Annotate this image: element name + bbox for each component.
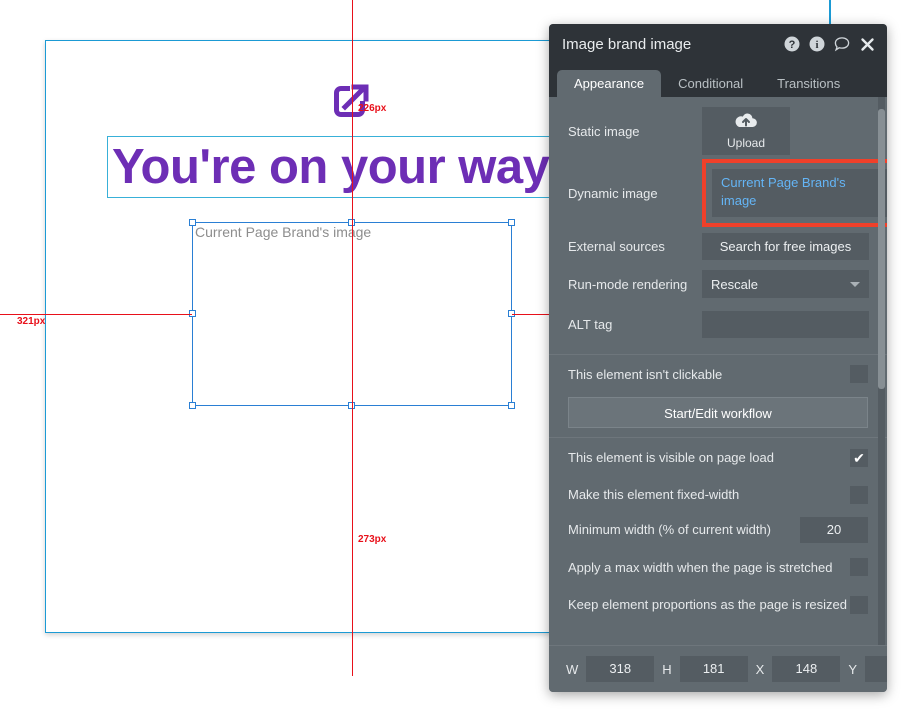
element-property-panel: Image brand image ? i Appearance Conditi… xyxy=(549,24,887,692)
run-mode-rendering-control: Rescale xyxy=(702,270,869,298)
keep-proportions-label: Keep element proportions as the page is … xyxy=(568,597,847,612)
fixed-width-checkbox[interactable] xyxy=(850,485,868,504)
keep-proportions-checkbox[interactable] xyxy=(850,595,868,614)
resize-handle-bottom-right[interactable] xyxy=(508,402,515,409)
bubble-editor-screen: You're on your way t Current Page Brand'… xyxy=(0,0,910,710)
not-clickable-checkbox[interactable] xyxy=(850,365,868,383)
panel-body: Static image Upload Dynamic image Curren… xyxy=(549,97,887,645)
minimum-width-label: Minimum width (% of current width) xyxy=(568,522,771,537)
guide-label-bottom: 273px xyxy=(358,534,387,545)
run-mode-rendering-select[interactable]: Rescale xyxy=(702,270,869,298)
max-width-label: Apply a max width when the page is stret… xyxy=(568,559,833,575)
upload-label: Upload xyxy=(726,136,766,150)
panel-header: Image brand image ? i xyxy=(549,24,887,64)
alt-tag-control xyxy=(702,310,869,338)
x-position-input[interactable]: 148 xyxy=(772,656,841,682)
dynamic-image-expression[interactable]: Current Page Brand's image xyxy=(712,169,887,217)
dynamic-image-label: Dynamic image xyxy=(568,185,658,201)
row-external-sources: External sources Search for free images xyxy=(568,229,869,264)
check-icon: ✔ xyxy=(853,449,865,466)
guide-label-left: 321px xyxy=(17,316,46,327)
panel-scrollbar-thumb[interactable] xyxy=(878,109,885,389)
panel-title: Image brand image xyxy=(562,35,692,53)
chevron-down-icon xyxy=(850,281,860,287)
alt-tag-input[interactable] xyxy=(702,310,869,338)
panel-anchor-tick xyxy=(829,0,831,26)
panel-tabs: Appearance Conditional Transitions xyxy=(549,64,887,97)
search-free-images-button[interactable]: Search for free images xyxy=(702,233,869,260)
resize-handle-top-right[interactable] xyxy=(508,219,515,226)
resize-handle-top-left[interactable] xyxy=(189,219,196,226)
y-position-label: Y xyxy=(848,661,858,677)
not-clickable-label: This element isn't clickable xyxy=(568,366,723,382)
visible-on-load-checkbox[interactable]: ✔ xyxy=(850,448,868,467)
info-icon[interactable]: i xyxy=(809,36,825,52)
upload-button[interactable]: Upload xyxy=(702,107,790,155)
panel-geometry-footer: W 318 H 181 X 148 Y 182 xyxy=(549,645,887,692)
fixed-width-label: Make this element fixed-width xyxy=(568,487,740,502)
guide-line-horizontal-left xyxy=(0,314,192,315)
row-alt-tag: ALT tag xyxy=(568,304,869,344)
image-placeholder-label: Current Page Brand's image xyxy=(195,224,372,240)
svg-text:?: ? xyxy=(789,39,796,51)
max-width-checkbox[interactable] xyxy=(850,558,868,576)
row-max-width: Apply a max width when the page is stret… xyxy=(568,547,868,587)
run-mode-rendering-label: Run-mode rendering xyxy=(568,276,688,292)
width-input[interactable]: 318 xyxy=(586,656,655,682)
external-sources-label: External sources xyxy=(568,239,665,254)
height-input[interactable]: 181 xyxy=(679,656,748,682)
tab-appearance[interactable]: Appearance xyxy=(557,70,662,97)
visible-on-load-label: This element is visible on page load xyxy=(568,450,774,465)
row-run-mode-rendering: Run-mode rendering Rescale xyxy=(568,264,869,304)
run-mode-rendering-value: Rescale xyxy=(711,276,758,292)
alt-tag-label: ALT tag xyxy=(568,316,613,332)
row-fixed-width: Make this element fixed-width xyxy=(568,477,868,512)
start-edit-workflow-button[interactable]: Start/Edit workflow xyxy=(568,397,868,428)
layout-section: This element is visible on page load ✔ M… xyxy=(549,438,887,622)
row-visible-on-load: This element is visible on page load ✔ xyxy=(568,438,868,477)
guide-line-vertical-middle xyxy=(352,222,353,406)
close-icon[interactable] xyxy=(859,36,875,52)
external-link-icon xyxy=(329,79,373,123)
image-source-section: Static image Upload Dynamic image Curren… xyxy=(549,97,887,354)
height-label: H xyxy=(662,661,672,677)
clickability-section: This element isn't clickable Start/Edit … xyxy=(549,355,887,428)
static-image-label: Static image xyxy=(568,123,640,139)
panel-header-icons: ? i xyxy=(784,36,875,52)
row-not-clickable: This element isn't clickable xyxy=(568,355,868,393)
external-sources-control: Search for free images xyxy=(702,233,869,260)
guide-line-vertical-bottom xyxy=(352,406,353,676)
resize-handle-bottom-left[interactable] xyxy=(189,402,196,409)
guide-line-vertical-top xyxy=(352,0,353,222)
comment-icon[interactable] xyxy=(834,36,850,52)
guide-label-top: 226px xyxy=(358,103,387,114)
headline-text: You're on your way t xyxy=(112,140,579,194)
cloud-upload-icon xyxy=(735,112,757,133)
dynamic-image-highlight: Current Page Brand's image xyxy=(702,159,887,227)
guide-line-horizontal-right xyxy=(512,314,552,315)
minimum-width-input[interactable]: 20 xyxy=(800,516,868,543)
dynamic-image-control: Current Page Brand's image xyxy=(702,157,887,229)
tab-conditional[interactable]: Conditional xyxy=(661,70,760,97)
width-label: W xyxy=(566,661,579,677)
row-dynamic-image: Dynamic image Current Page Brand's image xyxy=(568,157,887,229)
y-position-input[interactable]: 182 xyxy=(865,656,887,682)
tab-transitions[interactable]: Transitions xyxy=(760,70,857,97)
row-keep-proportions: Keep element proportions as the page is … xyxy=(568,587,868,622)
static-image-control: Upload xyxy=(702,107,868,155)
row-minimum-width: Minimum width (% of current width) 20 xyxy=(568,512,868,547)
row-static-image: Static image Upload xyxy=(568,97,868,157)
x-position-label: X xyxy=(755,661,765,677)
help-icon[interactable]: ? xyxy=(784,36,800,52)
svg-text:i: i xyxy=(815,39,818,51)
